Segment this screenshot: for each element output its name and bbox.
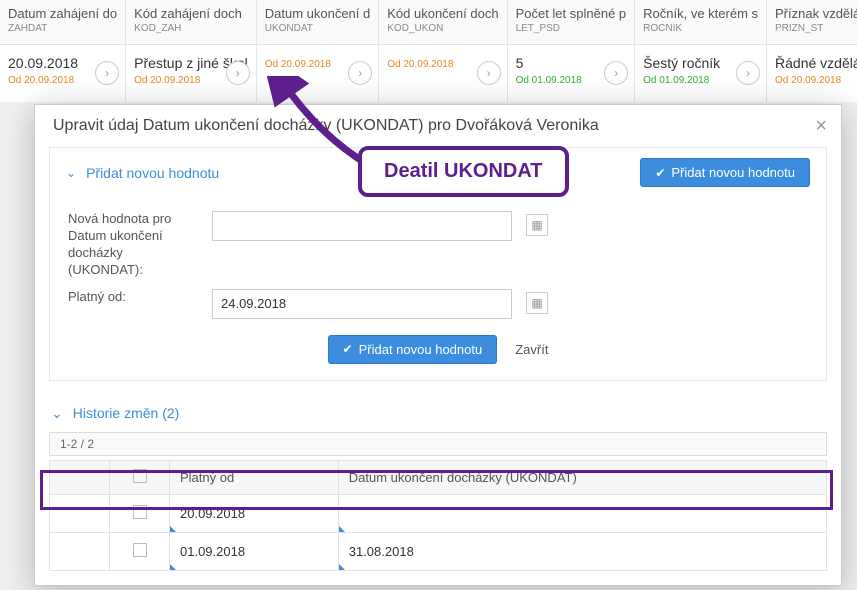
col-label: Ročník, ve kterém s	[643, 6, 758, 21]
valid-from-input[interactable]	[212, 289, 512, 319]
check-icon: ✔	[343, 342, 353, 356]
cell[interactable]: Od 20.09.2018›	[379, 44, 507, 102]
column-header[interactable]: Počet let splněné p LET_PSD	[507, 0, 635, 44]
col-ukondat: Datum ukončení docházky (UKONDAT)	[338, 460, 826, 494]
panel-title-text: Přidat novou hodnotu	[86, 165, 219, 181]
label-valid-from: Platný od:	[68, 289, 198, 306]
new-value-input[interactable]	[212, 211, 512, 241]
annotation-badge: Deatil UKONDAT	[358, 146, 569, 197]
chevron-right-icon[interactable]: ›	[604, 61, 628, 85]
col-label: Kód ukončení doch	[387, 6, 498, 21]
cell-from: Od 20.09.2018	[775, 75, 857, 86]
check-icon: ✔	[655, 166, 665, 180]
panel-toggle[interactable]: ⌄ Přidat novou hodnotu	[66, 165, 219, 181]
chevron-right-icon[interactable]: ›	[226, 61, 250, 85]
col-code: PRIZN_ST	[775, 23, 857, 34]
col-label: Počet let splněné p	[516, 6, 627, 21]
cell-valid-from: 20.09.2018	[170, 494, 339, 532]
column-header[interactable]: Ročník, ve kterém s ROCNIK	[635, 0, 767, 44]
table-row[interactable]: 20.09.2018	[50, 494, 827, 532]
modal-title: Upravit údaj Datum ukončení docházky (UK…	[53, 117, 599, 134]
close-link[interactable]: Zavřít	[515, 342, 548, 357]
history-table: Platný od Datum ukončení docházky (UKOND…	[49, 460, 827, 571]
data-grid: Datum zahájení do ZAHDAT Kód zahájení doch…	[0, 0, 857, 102]
select-all-checkbox[interactable]	[133, 469, 147, 483]
chevron-right-icon[interactable]: ›	[736, 61, 760, 85]
col-code: KOD_ZAH	[134, 23, 248, 34]
column-header[interactable]: Datum ukončení d UKONDAT	[256, 0, 379, 44]
col-label: Kód zahájení doch	[134, 6, 248, 21]
cell[interactable]: Od 20.09.2018›	[256, 44, 379, 102]
row-checkbox[interactable]	[133, 543, 147, 557]
column-header[interactable]: Příznak vzdělávání PRIZN_ST	[767, 0, 857, 44]
submit-label: Přidat novou hodnotu	[359, 342, 483, 357]
column-header[interactable]: Kód ukončení doch KOD_UKON	[379, 0, 507, 44]
table-row[interactable]: 01.09.201831.08.2018	[50, 532, 827, 570]
cell[interactable]: Přestup z jiné školOd 20.09.2018›	[126, 44, 257, 102]
column-header[interactable]: Kód zahájení doch KOD_ZAH	[126, 0, 257, 44]
cell[interactable]: 5Od 01.09.2018›	[507, 44, 635, 102]
chevron-right-icon[interactable]: ›	[95, 61, 119, 85]
cell[interactable]: Šestý ročníkOd 01.09.2018›	[635, 44, 767, 102]
chevron-down-icon: ⌄	[66, 166, 76, 180]
add-value-button-top[interactable]: ✔ Přidat novou hodnotu	[640, 158, 810, 187]
cell-ukondat: 31.08.2018	[338, 532, 826, 570]
col-label: Datum ukončení d	[265, 6, 371, 21]
history-range: 1-2 / 2	[49, 432, 827, 456]
cell-value: Řádné vzdělávání	[775, 55, 857, 71]
chevron-right-icon[interactable]: ›	[348, 61, 372, 85]
close-icon[interactable]: ×	[815, 115, 827, 138]
cell-valid-from: 01.09.2018	[170, 532, 339, 570]
modal-title-bar: Upravit údaj Datum ukončení docházky (UK…	[35, 105, 841, 147]
column-header[interactable]: Datum zahájení do ZAHDAT	[0, 0, 126, 44]
cell[interactable]: 20.09.2018Od 20.09.2018›	[0, 44, 126, 102]
row-checkbox[interactable]	[133, 505, 147, 519]
cell[interactable]: Řádné vzděláváníOd 20.09.2018›	[767, 44, 857, 102]
history-title: Historie změn (2)	[73, 405, 180, 421]
history-toggle[interactable]: ⌄ Historie změn (2)	[35, 395, 841, 432]
col-code: LET_PSD	[516, 23, 627, 34]
col-valid-from: Platný od	[170, 460, 339, 494]
cell-ukondat	[338, 494, 826, 532]
calendar-icon[interactable]: ▦	[526, 292, 548, 314]
label-new-value: Nová hodnota pro Datum ukončení docházky…	[68, 211, 198, 279]
add-value-button[interactable]: ✔ Přidat novou hodnotu	[328, 335, 498, 364]
calendar-icon[interactable]: ▦	[526, 214, 548, 236]
col-code: ROCNIK	[643, 23, 758, 34]
col-code: UKONDAT	[265, 23, 371, 34]
add-button-label: Přidat novou hodnotu	[671, 165, 795, 180]
chevron-down-icon: ⌄	[51, 405, 63, 422]
col-code: KOD_UKON	[387, 23, 498, 34]
col-code: ZAHDAT	[8, 23, 117, 34]
col-label: Datum zahájení do	[8, 6, 117, 21]
chevron-right-icon[interactable]: ›	[477, 61, 501, 85]
col-label: Příznak vzdělávání	[775, 6, 857, 21]
